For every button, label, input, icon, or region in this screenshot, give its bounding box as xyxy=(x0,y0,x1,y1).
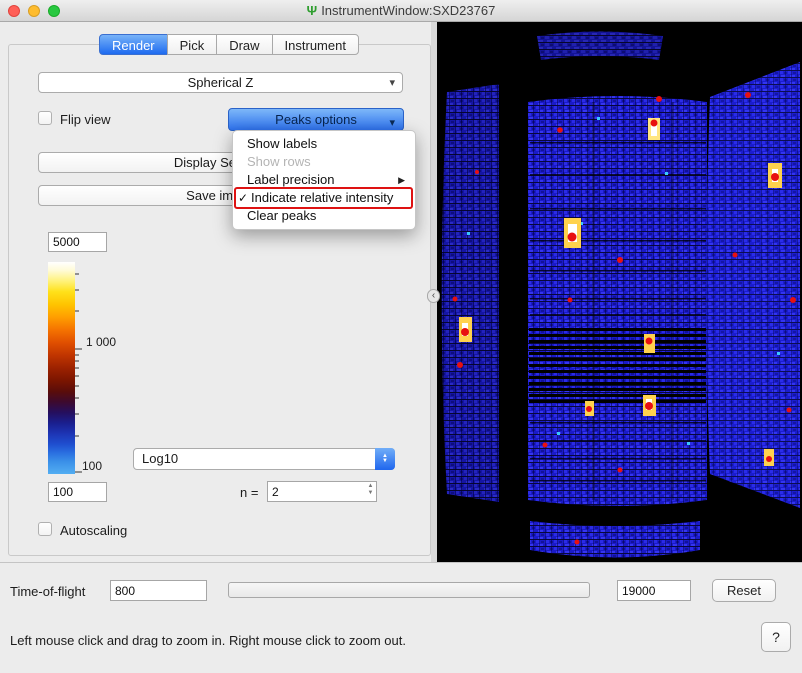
detector-panel-center xyxy=(528,96,707,506)
menu-item-label-precision[interactable]: Label precision ▶ xyxy=(233,171,415,189)
reset-button[interactable]: Reset xyxy=(712,579,776,602)
window-title: InstrumentWindow:SXD23767 xyxy=(321,3,495,18)
autoscaling-label: Autoscaling xyxy=(60,523,127,538)
projection-value: Spherical Z xyxy=(39,73,402,92)
spinner-up-icon: ▲ xyxy=(368,483,374,490)
menu-item-label: Indicate relative intensity xyxy=(251,189,405,207)
menu-item-show-rows: Show rows xyxy=(233,153,415,171)
app-icon: Ψ xyxy=(307,3,318,18)
close-button[interactable] xyxy=(8,5,20,17)
scale-type-select[interactable]: Log10 ▲ ▼ xyxy=(133,448,395,470)
window-controls xyxy=(8,5,60,17)
peaks-options-menu: Show labels Show rows Label precision ▶ … xyxy=(232,130,416,230)
autoscaling-checkbox[interactable] xyxy=(38,522,52,536)
menu-item-show-labels[interactable]: Show labels xyxy=(233,135,415,153)
tab-instrument[interactable]: Instrument xyxy=(272,34,359,55)
menu-item-label: Clear peaks xyxy=(247,207,405,225)
submenu-arrow-icon: ▶ xyxy=(398,171,405,189)
n-input[interactable] xyxy=(267,481,377,502)
tab-render[interactable]: Render xyxy=(99,34,168,55)
menu-item-clear-peaks[interactable]: Clear peaks xyxy=(233,207,415,225)
scale-max-input[interactable] xyxy=(48,232,107,252)
tof-min-input[interactable] xyxy=(110,580,207,601)
tick-label-100: 100 xyxy=(82,459,102,473)
combo-stepper-icon[interactable]: ▲ ▼ xyxy=(375,448,395,470)
flip-view-checkbox[interactable] xyxy=(38,111,52,125)
menu-item-indicate-relative-intensity[interactable]: ✓ Indicate relative intensity xyxy=(233,189,415,207)
footer: Time-of-flight Reset Left mouse click an… xyxy=(0,562,802,673)
scale-min-input[interactable] xyxy=(48,482,107,502)
splitter-collapse-handle[interactable]: ‹ xyxy=(427,289,440,303)
instrument-render xyxy=(437,22,802,562)
detector-panel-left xyxy=(442,84,499,502)
menu-item-label: Show rows xyxy=(247,153,405,171)
tab-pick[interactable]: Pick xyxy=(167,34,218,55)
n-stepper[interactable]: ▲ ▼ xyxy=(366,483,375,497)
spinner-down-icon: ▼ xyxy=(382,459,388,464)
color-scale-ticks xyxy=(75,262,85,476)
tof-max-input[interactable] xyxy=(617,580,691,601)
instrument-window: Ψ InstrumentWindow:SXD23767 Render Pick … xyxy=(0,0,802,673)
help-button[interactable]: ? xyxy=(761,622,791,652)
help-text: Left mouse click and drag to zoom in. Ri… xyxy=(10,633,406,648)
color-scale-bar[interactable] xyxy=(48,262,75,474)
peaks-options-button[interactable]: Peaks options ▾ xyxy=(228,108,404,131)
zoom-button[interactable] xyxy=(48,5,60,17)
flip-view-label: Flip view xyxy=(60,112,111,127)
menu-item-label: Label precision xyxy=(247,171,398,189)
scale-type-value: Log10 xyxy=(134,449,394,469)
time-of-flight-slider[interactable] xyxy=(228,582,590,598)
tab-draw[interactable]: Draw xyxy=(216,34,272,55)
chevron-down-icon: ▾ xyxy=(389,76,395,89)
tof-label: Time-of-flight xyxy=(10,584,85,599)
title-wrap: Ψ InstrumentWindow:SXD23767 xyxy=(307,3,496,18)
spinner-down-icon: ▼ xyxy=(368,490,374,497)
projection-select[interactable]: Spherical Z ▾ xyxy=(38,72,403,93)
detector-panel-top xyxy=(537,32,663,61)
minimize-button[interactable] xyxy=(28,5,40,17)
checkmark-icon: ✓ xyxy=(238,189,251,207)
titlebar: Ψ InstrumentWindow:SXD23767 xyxy=(0,0,802,22)
menu-item-label: Show labels xyxy=(247,135,405,153)
tab-bar: Render Pick Draw Instrument xyxy=(99,34,359,55)
peaks-options-label: Peaks options xyxy=(275,112,357,127)
n-label: n = xyxy=(240,485,258,500)
detector-panel-bottom xyxy=(530,521,700,558)
instrument-3d-view[interactable] xyxy=(437,22,802,562)
detector-panel-right xyxy=(706,62,800,508)
tick-label-1000: 1 000 xyxy=(86,335,116,349)
